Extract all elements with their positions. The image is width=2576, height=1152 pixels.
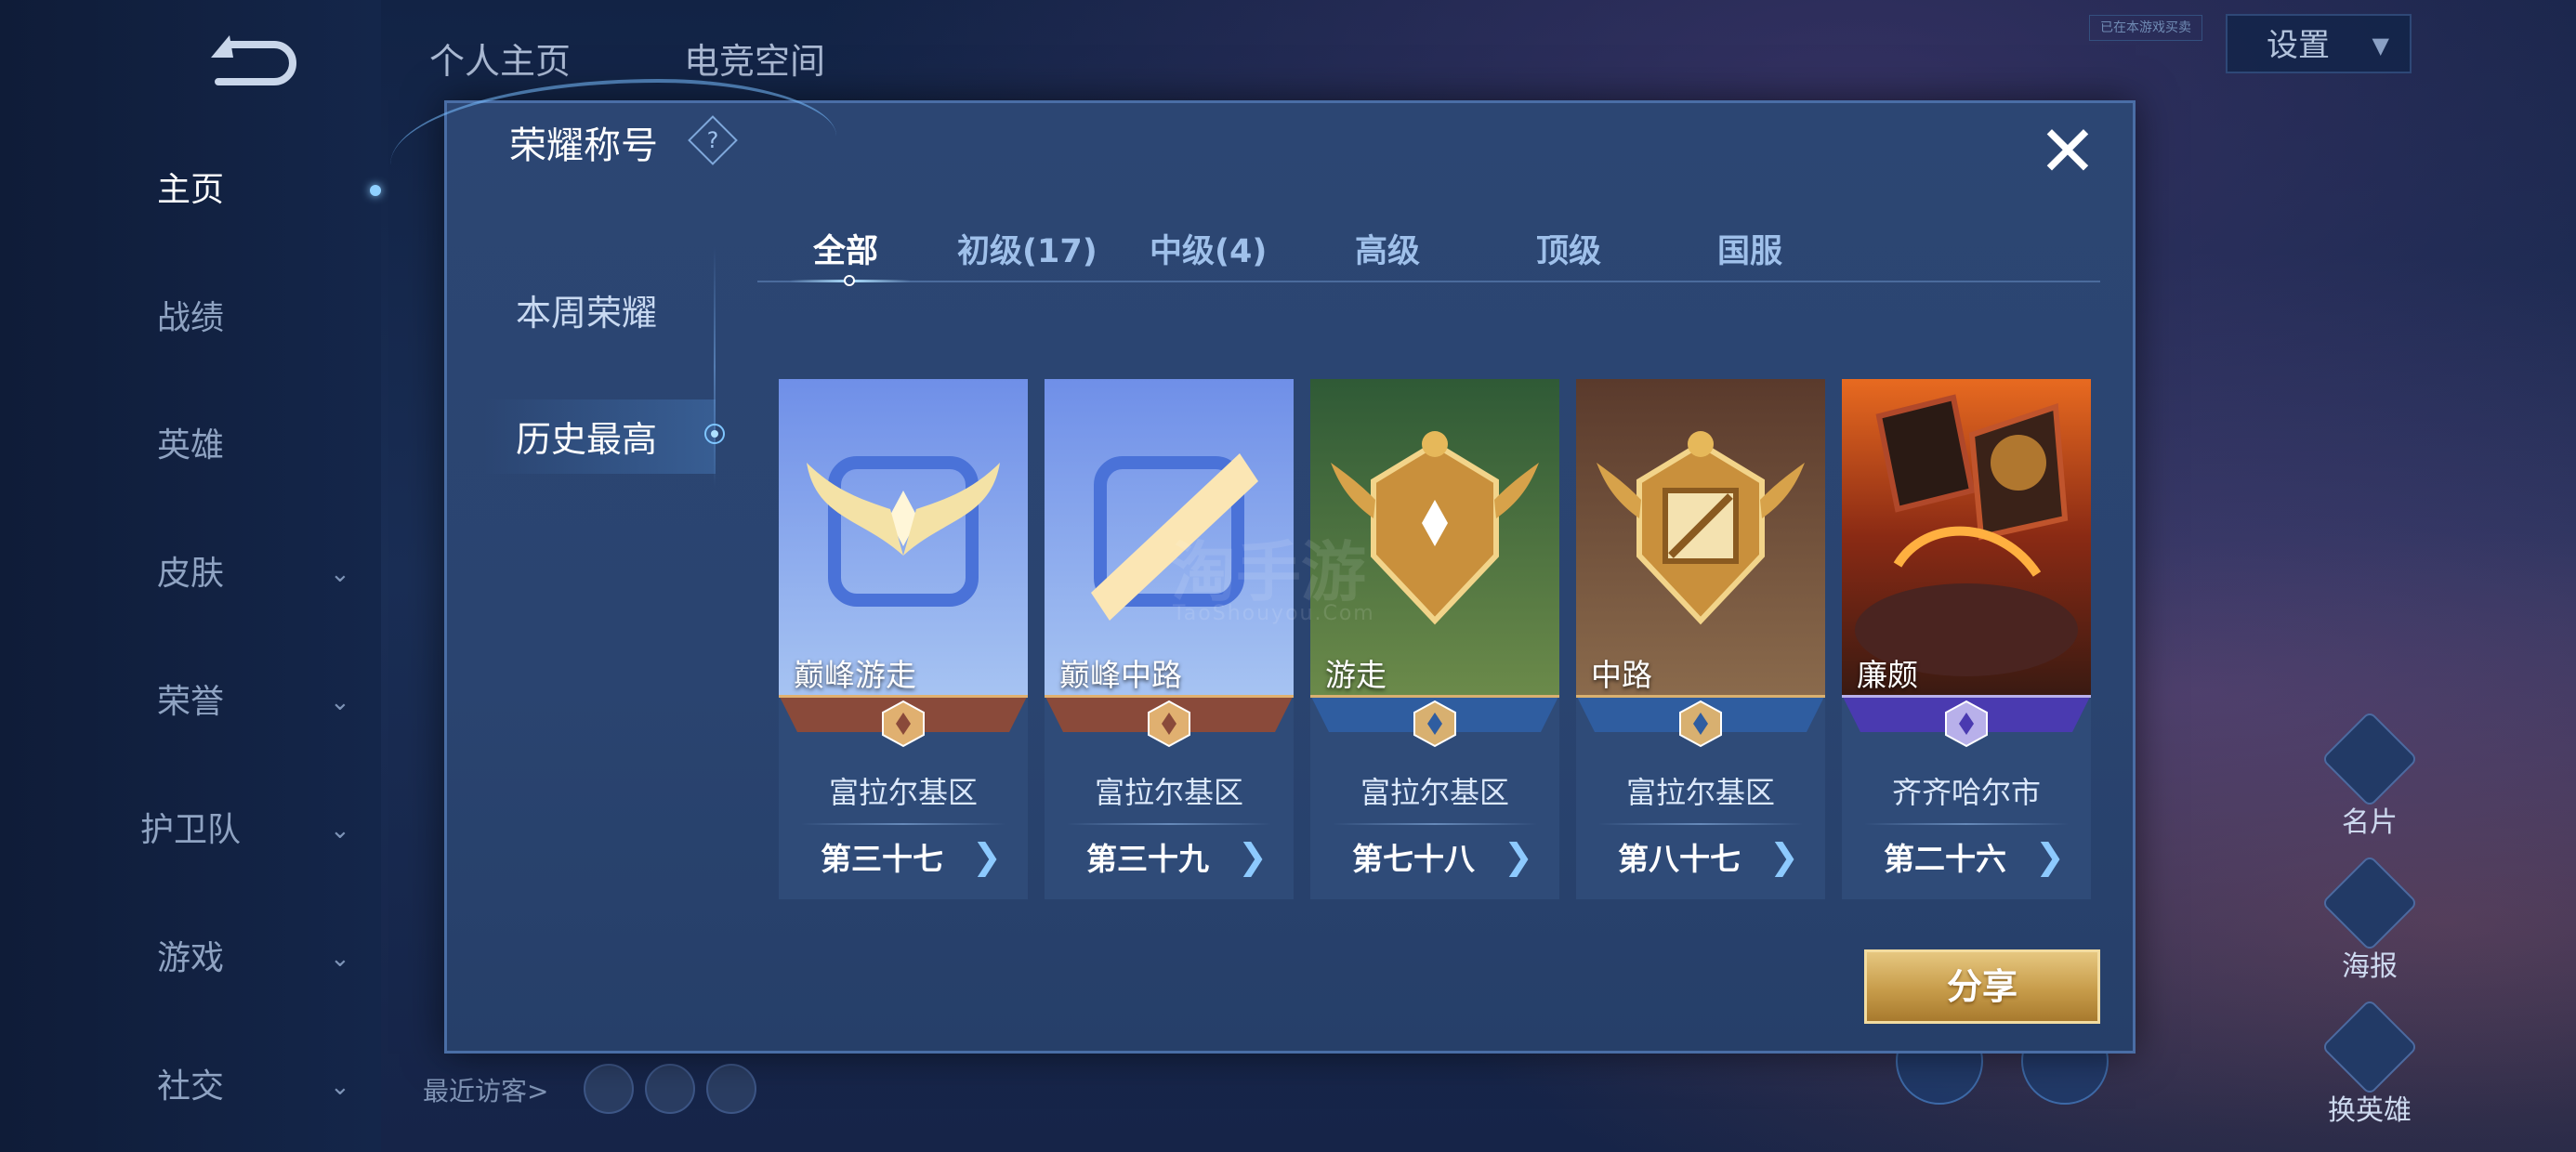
nav-item-label: 主页 <box>156 171 224 209</box>
title-card[interactable]: 巅峰游走富拉尔基区第三十七 ❯ <box>779 379 1028 899</box>
swap-hero-icon <box>2320 998 2419 1096</box>
card-rank: 第三十九 <box>1086 841 1209 877</box>
card-region: 齐齐哈尔市 <box>1891 775 2041 810</box>
tab-top[interactable]: 顶级 <box>1536 225 1601 272</box>
card-label: 名片 <box>2342 806 2398 839</box>
settings-label: 设置 <box>2267 27 2330 64</box>
chevron-right-icon[interactable]: ❯ <box>972 836 1002 877</box>
card-rank: 第三十七 <box>821 841 943 877</box>
poster-icon <box>2320 854 2419 952</box>
swap-hero-label: 换英雄 <box>2328 1094 2412 1127</box>
nav-item-label: 战绩 <box>156 299 224 337</box>
card-title: 巅峰游走 <box>794 657 916 693</box>
card-divider <box>1333 823 1537 825</box>
card-icon <box>2320 710 2419 808</box>
card-region: 富拉尔基区 <box>828 775 978 810</box>
rank-badge-icon <box>1148 700 1190 748</box>
chevron-right-icon[interactable]: ❯ <box>1504 836 1533 877</box>
tab-all[interactable]: 全部 <box>813 225 878 272</box>
status-tag: 已在本游戏买卖 <box>2089 15 2202 41</box>
rank-badge-icon <box>882 700 925 748</box>
tab-junior[interactable]: 初级(17) <box>957 225 1097 272</box>
card-title: 中路 <box>1591 657 1652 693</box>
card-rank: 第七十八 <box>1352 841 1475 877</box>
nav-item-label: 荣誉 <box>156 683 224 721</box>
chevron-down-icon: ⌄ <box>330 688 350 716</box>
tab-divider <box>757 281 2100 282</box>
card-title: 廉颇 <box>1857 657 1918 693</box>
chevron-down-icon: ▼ <box>2372 33 2389 59</box>
card-region: 富拉尔基区 <box>1360 775 1509 810</box>
left-navigation: 主页战绩英雄皮肤 ⌄ 荣誉 ⌄ 护卫队 ⌄ 游戏 ⌄ 社交 ⌄ <box>0 0 381 1152</box>
nav-item[interactable]: 荣誉 ⌄ <box>0 665 381 740</box>
nav-item-label: 英雄 <box>156 426 224 465</box>
card-region: 富拉尔基区 <box>1094 775 1243 810</box>
chevron-down-icon: ⌄ <box>330 945 350 973</box>
tab-senior[interactable]: 高级 <box>1355 225 1420 272</box>
nav-item-label: 游戏 <box>156 939 224 977</box>
chevron-right-icon[interactable]: ❯ <box>1769 836 1799 877</box>
watermark: 淘手游 <box>1171 534 1366 610</box>
close-button[interactable]: ✕ <box>2035 116 2100 187</box>
swap-hero-button[interactable]: 换英雄 <box>2320 998 2419 1128</box>
rank-badge-icon <box>1413 700 1456 748</box>
chevron-right-icon[interactable]: ❯ <box>2035 836 2065 877</box>
chevron-down-icon: ⌄ <box>330 560 350 588</box>
avatar[interactable] <box>584 1064 634 1114</box>
tab-intermediate[interactable]: 中级(4) <box>1150 225 1267 272</box>
card-region: 富拉尔基区 <box>1625 775 1775 810</box>
nav-item[interactable]: 皮肤 ⌄ <box>0 537 381 611</box>
title-card[interactable]: 中路富拉尔基区第八十七 ❯ <box>1576 379 1825 899</box>
poster-label: 海报 <box>2342 950 2398 983</box>
side-divider <box>714 246 716 488</box>
tab-active-indicator <box>790 271 911 290</box>
chevron-right-icon[interactable]: ❯ <box>1238 836 1268 877</box>
card-divider <box>1864 823 2069 825</box>
settings-button[interactable]: 设置 ▼ <box>2226 14 2412 73</box>
card-rank: 第二十六 <box>1884 841 2006 877</box>
nav-item[interactable]: 主页 <box>0 153 381 228</box>
title-card[interactable]: 巅峰中路富拉尔基区第三十九 ❯ <box>1045 379 1294 899</box>
hero-lianpo-emblem-icon <box>1842 379 2091 695</box>
nav-item[interactable]: 游戏 ⌄ <box>0 922 381 996</box>
nav-item[interactable]: 护卫队 ⌄ <box>0 793 381 868</box>
nav-item-label: 护卫队 <box>139 811 241 849</box>
side-item-weekly[interactable]: 本周荣耀 <box>516 284 657 335</box>
active-indicator-icon <box>704 424 725 444</box>
dialog-title: 荣耀称号 <box>509 124 658 167</box>
card-button[interactable]: 名片 <box>2320 710 2419 840</box>
avatar[interactable] <box>706 1064 756 1114</box>
nav-item[interactable]: 英雄 <box>0 409 381 483</box>
chevron-down-icon: ⌄ <box>330 817 350 844</box>
title-card[interactable]: 廉颇齐齐哈尔市第二十六 ❯ <box>1842 379 2091 899</box>
card-divider <box>1067 823 1271 825</box>
top-tab-profile[interactable]: 个人主页 <box>429 33 571 84</box>
side-item-history-best[interactable]: 历史最高 <box>516 411 657 462</box>
rank-badge-icon <box>1679 700 1722 748</box>
nav-item[interactable]: 战绩 <box>0 281 381 356</box>
recent-visitors-link[interactable]: 最近访客> <box>423 1071 548 1108</box>
watermark-sub: TaoShouyou.Com <box>1173 602 1375 625</box>
card-title: 游走 <box>1325 657 1387 693</box>
chevron-down-icon: ⌄ <box>330 1073 350 1101</box>
nav-item-label: 社交 <box>156 1067 224 1106</box>
poster-button[interactable]: 海报 <box>2320 854 2419 984</box>
share-button[interactable]: 分享 <box>1864 949 2100 1024</box>
mid-emblem-icon <box>1576 379 1825 695</box>
card-title: 巅峰中路 <box>1059 657 1182 693</box>
peak-support-emblem-icon <box>779 379 1028 695</box>
title-card[interactable]: 游走富拉尔基区第七十八 ❯ <box>1310 379 1559 899</box>
back-arrow-icon[interactable] <box>200 35 302 87</box>
avatar[interactable] <box>645 1064 695 1114</box>
card-divider <box>801 823 1005 825</box>
rank-badge-icon <box>1945 700 1988 748</box>
card-divider <box>1598 823 1803 825</box>
top-tab-esports[interactable]: 电竞空间 <box>684 33 825 84</box>
card-rank: 第八十七 <box>1618 841 1741 877</box>
nav-item[interactable]: 社交 ⌄ <box>0 1050 381 1124</box>
tab-national[interactable]: 国服 <box>1717 225 1782 272</box>
nav-item-label: 皮肤 <box>156 555 224 593</box>
